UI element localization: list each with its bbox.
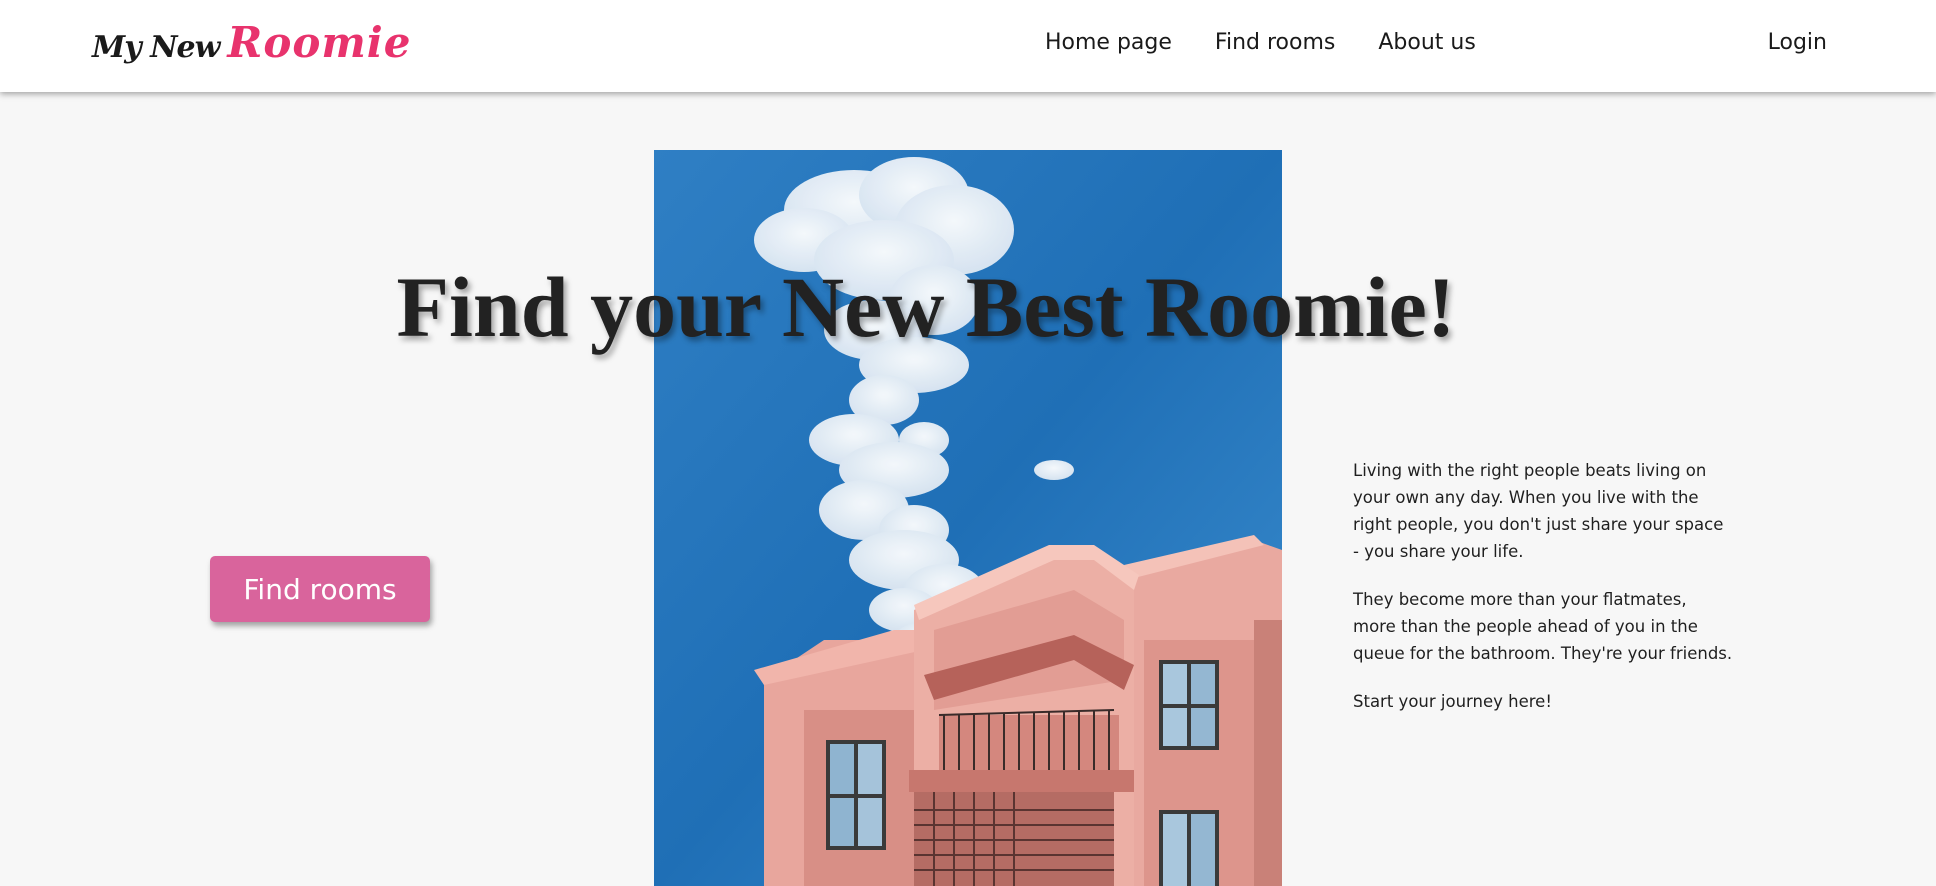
navbar: My New Roomie Home page Find rooms About… <box>0 0 1936 92</box>
description-paragraph: Living with the right people beats livin… <box>1353 461 1724 561</box>
hero-description: Living with the right people beats livin… <box>1353 457 1733 736</box>
nav-link-home[interactable]: Home page <box>1045 30 1172 55</box>
site-logo[interactable]: My New Roomie <box>92 18 411 72</box>
logo-text-my-new: My New <box>92 30 220 65</box>
find-rooms-button[interactable]: Find rooms <box>210 556 430 622</box>
hero-title: Find your New Best Roomie! <box>396 259 1456 355</box>
main-nav: Home page Find rooms About us <box>1045 30 1476 55</box>
description-paragraph: Start your journey here! <box>1353 692 1552 711</box>
description-paragraph: They become more than your flatmates, mo… <box>1353 590 1733 663</box>
nav-link-find-rooms[interactable]: Find rooms <box>1215 30 1335 55</box>
nav-link-about-us[interactable]: About us <box>1378 30 1475 55</box>
login-link[interactable]: Login <box>1768 30 1827 55</box>
logo-text-roomie: Roomie <box>227 18 412 67</box>
